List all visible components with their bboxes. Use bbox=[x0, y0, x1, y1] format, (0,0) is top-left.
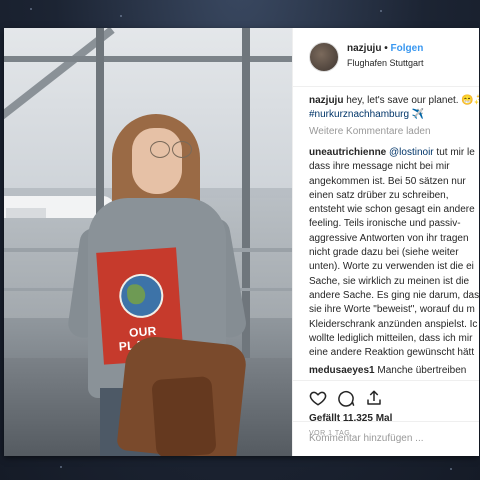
star-dot bbox=[450, 468, 452, 470]
airplane-wing bbox=[6, 208, 46, 218]
caption-text: hey, let's save our planet. 😁✨ bbox=[346, 95, 479, 106]
comment-line: uneautrichienne @lostinoir tut mir le bbox=[309, 146, 479, 160]
comment-text: andere Sache. Es ging nie darum, dass bbox=[309, 289, 479, 301]
load-more-comments[interactable]: Weitere Kommentare laden bbox=[309, 126, 431, 137]
location-link[interactable]: Flughafen Stuttgart bbox=[347, 58, 424, 68]
star-dot bbox=[60, 466, 62, 468]
comment-text: tut mir le bbox=[436, 147, 475, 158]
comment-text: eine andere Reaktion gewünscht hätt bbox=[309, 347, 475, 359]
comment-text: entsteht wie schon gesagt ein andere bbox=[309, 204, 475, 216]
comment-username[interactable]: uneautrichienne bbox=[309, 147, 386, 158]
username-link[interactable]: nazjuju bbox=[347, 43, 381, 54]
comment-text: aggressive Antworten von ihr tragen bbox=[309, 232, 469, 244]
comment-text: wollte lediglich mitteilen, dass ich mir bbox=[309, 332, 473, 344]
star-dot bbox=[380, 10, 382, 12]
post-caption: nazjuju hey, let's save our planet. 😁✨ #… bbox=[309, 94, 479, 122]
follow-button[interactable]: Folgen bbox=[391, 43, 424, 54]
comment-username[interactable]: medusaeyes1 bbox=[309, 365, 375, 376]
comment-mention[interactable]: @lostinoir bbox=[389, 147, 434, 158]
comment-text: dass ihre message nicht bei mir bbox=[309, 161, 450, 173]
face bbox=[132, 128, 182, 194]
share-icon[interactable] bbox=[365, 389, 383, 407]
post-username-row: nazjuju • Folgen bbox=[347, 43, 423, 54]
post-sidebar: nazjuju • Folgen Flughafen Stuttgart naz… bbox=[292, 28, 479, 456]
comment: medusaeyes1 Manche übertreiben bbox=[309, 365, 479, 376]
post-photo[interactable]: OUR PLANET bbox=[4, 28, 292, 456]
star-dot bbox=[120, 15, 122, 17]
comment-text: Sache, sie wirklich zu meinen ist die bbox=[309, 275, 470, 287]
comment-icon[interactable] bbox=[337, 389, 355, 407]
heart-icon[interactable] bbox=[309, 389, 327, 407]
instagram-post: OUR PLANET nazjuju • Folgen Flughafen St… bbox=[4, 28, 479, 456]
caption-username[interactable]: nazjuju bbox=[309, 95, 343, 106]
caption-hashtag[interactable]: #nurkurznachhamburg ✈️ bbox=[309, 109, 424, 120]
comment-text: nicht grade dazu bei (siehe weiter bbox=[309, 247, 459, 259]
comment-text: Kleiderschrank anzünden anspielst. Ic bbox=[309, 318, 478, 330]
separator-dot: • bbox=[384, 43, 388, 54]
comment-text: unten). Worte zu verwenden ist die ei bbox=[309, 261, 474, 273]
comment-text: einen satz drüber zu schreiben, bbox=[309, 189, 449, 201]
brown-coat-fold bbox=[151, 376, 217, 456]
avatar[interactable] bbox=[309, 42, 339, 72]
comment-text: sie ihre Worte "beweist", worauf du m bbox=[309, 304, 475, 316]
glasses bbox=[150, 141, 196, 158]
comment-text: Manche übertreiben bbox=[377, 365, 467, 376]
add-comment-field[interactable]: Kommentar hinzufügen ... bbox=[293, 421, 479, 457]
post-header: nazjuju • Folgen Flughafen Stuttgart bbox=[293, 28, 479, 87]
add-comment-placeholder: Kommentar hinzufügen ... bbox=[309, 433, 424, 444]
comment-text: feeling. Teils ironische und passiv- bbox=[309, 218, 461, 230]
comment: uneautrichienne @lostinoir tut mir le da… bbox=[309, 146, 479, 360]
comment-text: angekommen ist. Bei 50 sätzen nur bbox=[309, 175, 466, 187]
globe-icon bbox=[117, 272, 165, 320]
star-dot bbox=[30, 8, 32, 10]
